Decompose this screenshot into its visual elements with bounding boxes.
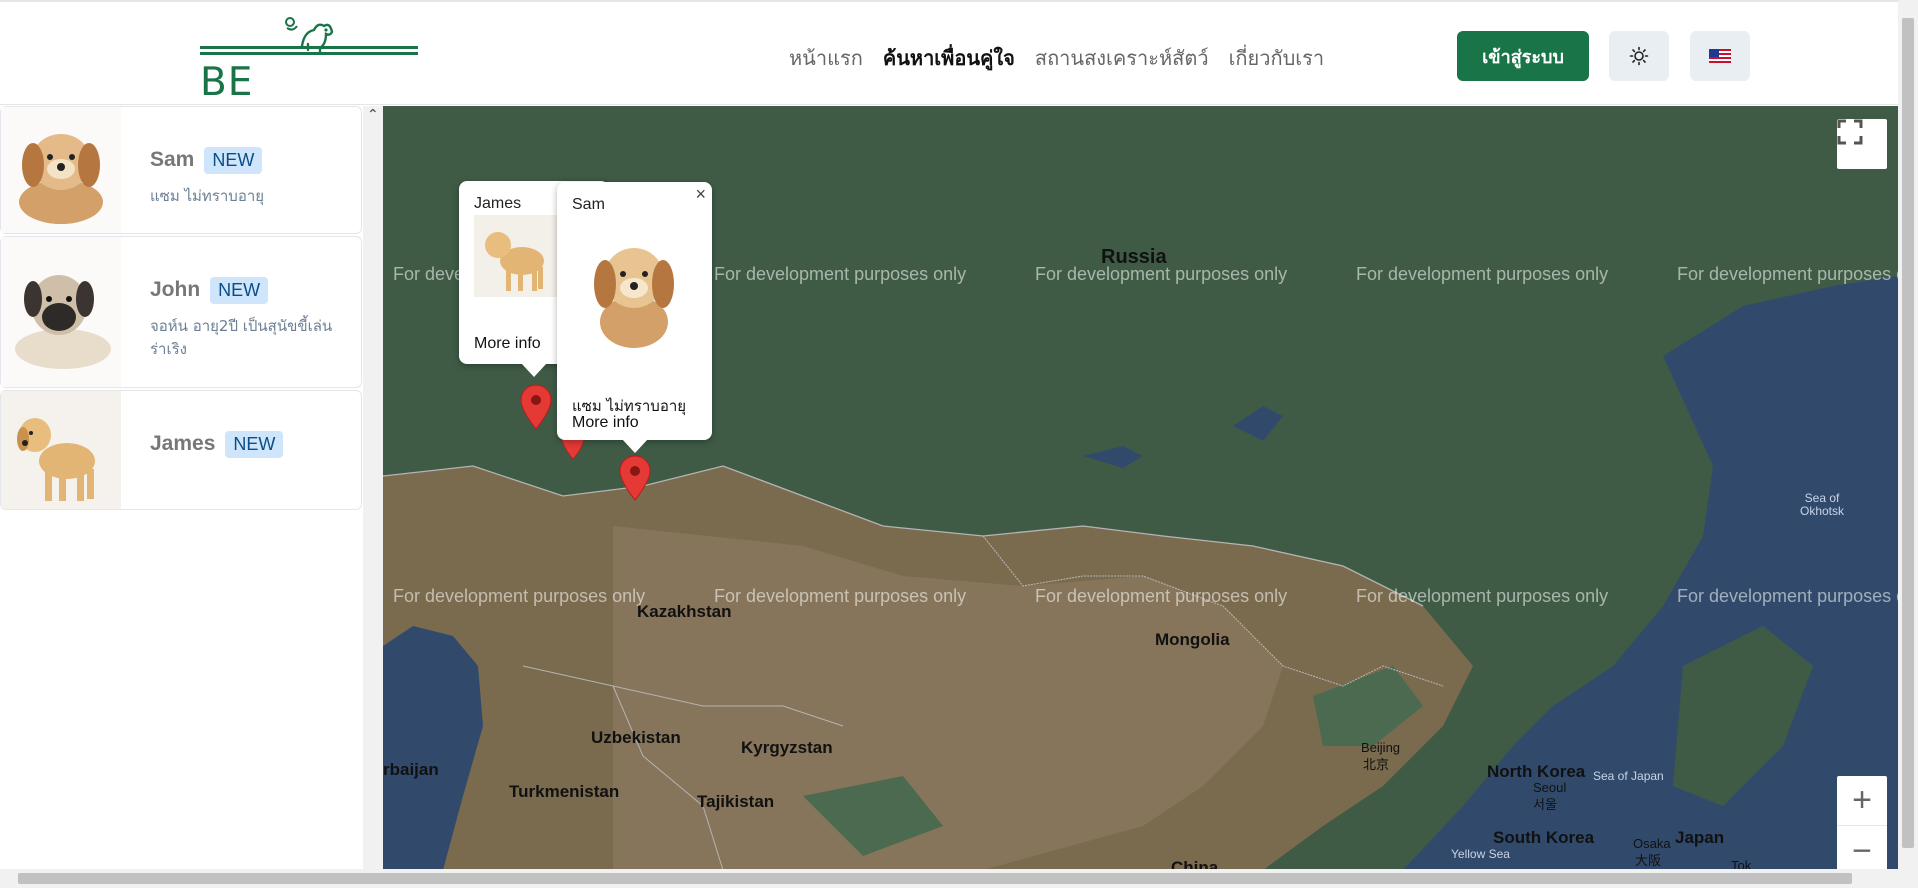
dev-watermark: For development purposes only: [714, 586, 967, 606]
map-label-osaka: Osaka: [1633, 836, 1671, 851]
new-badge: NEW: [225, 431, 284, 458]
nav-find-friend[interactable]: ค้นหาเพื่อนคู่ใจ: [883, 42, 1015, 72]
map-info-popup-sam: Sam × แซม ไม่ทราบอายุ More info: [557, 182, 712, 440]
map-pin-icon[interactable]: [619, 455, 651, 501]
map-label-osaka-native: 大阪: [1635, 853, 1662, 868]
map-label-seoul-native: 서울: [1533, 797, 1557, 812]
map-label-seoul: Seoul: [1533, 780, 1567, 795]
pet-photo: [579, 222, 689, 354]
pet-photo: [1, 107, 121, 233]
map-pin-icon[interactable]: [520, 384, 552, 430]
fullscreen-button[interactable]: [1837, 119, 1887, 169]
map-label-kazakhstan: Kazakhstan: [637, 602, 732, 621]
sun-icon: [1629, 46, 1649, 66]
map-label-kyrgyzstan: Kyrgyzstan: [741, 738, 833, 757]
map-label-russia: Russia: [1101, 246, 1167, 268]
pet-card[interactable]: John NEW จอห์น อายุ2ปี เป็นสุนัขขี้เล่น ร…: [0, 236, 362, 388]
dev-watermark: For development purposes only: [393, 586, 646, 606]
pet-photo: [474, 215, 558, 297]
popup-tail: [622, 439, 648, 453]
pet-name: John NEW: [150, 277, 269, 304]
pet-photo: [1, 237, 121, 387]
top-navbar: BE FRIENDS หน้าแรก ค้นหาเพื่อนคู่ใจ สถาน…: [0, 0, 1898, 150]
nav-home[interactable]: หน้าแรก: [789, 42, 863, 72]
page-horizontal-scrollbar[interactable]: [0, 869, 1918, 888]
map-label-azerbaijan: rbaijan: [383, 760, 439, 779]
scrollbar-thumb[interactable]: [1902, 18, 1914, 848]
zoom-out-button[interactable]: −: [1837, 826, 1887, 870]
dev-watermark: For development purposes only: [1677, 264, 1898, 284]
nav-about[interactable]: เกี่ยวกับเรา: [1229, 42, 1325, 72]
popup-title: Sam: [572, 196, 605, 213]
dev-watermark: For development purposes only: [1035, 586, 1288, 606]
popup-tail: [521, 363, 547, 377]
pet-card[interactable]: Sam NEW แซม ไม่ทราบอายุ: [0, 106, 362, 234]
map-label-south-korea: South Korea: [1493, 828, 1595, 847]
fullscreen-icon: [1837, 119, 1863, 145]
be-friends-logo[interactable]: BE FRIENDS: [200, 16, 418, 150]
dev-watermark: For development purposes only: [1677, 586, 1898, 606]
login-button[interactable]: เข้าสู่ระบบ: [1457, 31, 1589, 81]
map-label-japan: Japan: [1675, 828, 1725, 847]
pet-description: แซม ไม่ทราบอายุ: [150, 187, 265, 205]
zoom-in-button[interactable]: +: [1837, 776, 1887, 826]
dev-watermark: For development purposes only: [714, 264, 967, 284]
pet-name: James NEW: [150, 431, 284, 458]
more-info-link[interactable]: More info: [474, 335, 541, 353]
pet-list-sidebar: Sam NEW แซม ไม่ทราบอายุ John NEW จอห์น อา: [0, 106, 383, 869]
us-flag-icon: [1709, 49, 1731, 63]
new-badge: NEW: [210, 277, 269, 304]
map-label-sea-of-okhotsk: Sea of Okhotsk: [1799, 491, 1844, 518]
chevron-up-icon[interactable]: ⌃: [367, 106, 379, 123]
map-view[interactable]: For development purposes only For develo…: [383, 106, 1898, 870]
pet-description: จอห์น อายุ2ปี เป็นสุนัขขี้เล่น ร่าเริง: [150, 317, 333, 358]
close-icon[interactable]: ×: [695, 184, 706, 205]
map-label-north-korea: North Korea: [1487, 762, 1586, 781]
language-button[interactable]: [1690, 31, 1750, 81]
popup-title: James: [474, 195, 522, 212]
map-label-mongolia: Mongolia: [1155, 630, 1230, 649]
map-label-beijing: Beijing: [1361, 740, 1401, 755]
pet-list: Sam NEW แซม ไม่ทราบอายุ John NEW จอห์น อา: [0, 106, 362, 512]
theme-toggle-button[interactable]: [1609, 31, 1669, 81]
map-label-sea-of-japan: Sea of Japan: [1593, 769, 1664, 783]
dev-watermark: For development purposes only: [1356, 586, 1609, 606]
pet-card[interactable]: James NEW: [0, 390, 362, 510]
logo-stripes: [200, 46, 418, 58]
map-label-beijing-native: 北京: [1363, 757, 1390, 772]
map-label-uzbekistan: Uzbekistan: [591, 728, 681, 747]
pet-name: Sam NEW: [150, 147, 263, 174]
sidebar-scrollbar[interactable]: ⌃: [363, 106, 383, 869]
map-label-tajikistan: Tajikistan: [697, 792, 775, 811]
new-badge: NEW: [204, 147, 263, 174]
scrollbar-thumb[interactable]: [18, 873, 1852, 884]
page-vertical-scrollbar[interactable]: [1898, 0, 1918, 869]
pet-photo: [1, 391, 121, 509]
nav-shelters[interactable]: สถานสงเคราะห์สัตว์: [1035, 42, 1209, 72]
main-nav: หน้าแรก ค้นหาเพื่อนคู่ใจ สถานสงเคราะห์สั…: [789, 42, 1324, 72]
dev-watermark: For development purposes only: [1356, 264, 1609, 284]
map-label-turkmenistan: Turkmenistan: [509, 782, 620, 801]
map-label-yellow-sea: Yellow Sea: [1451, 847, 1510, 861]
zoom-controls: + −: [1837, 776, 1887, 870]
more-info-link[interactable]: More info: [572, 414, 639, 432]
